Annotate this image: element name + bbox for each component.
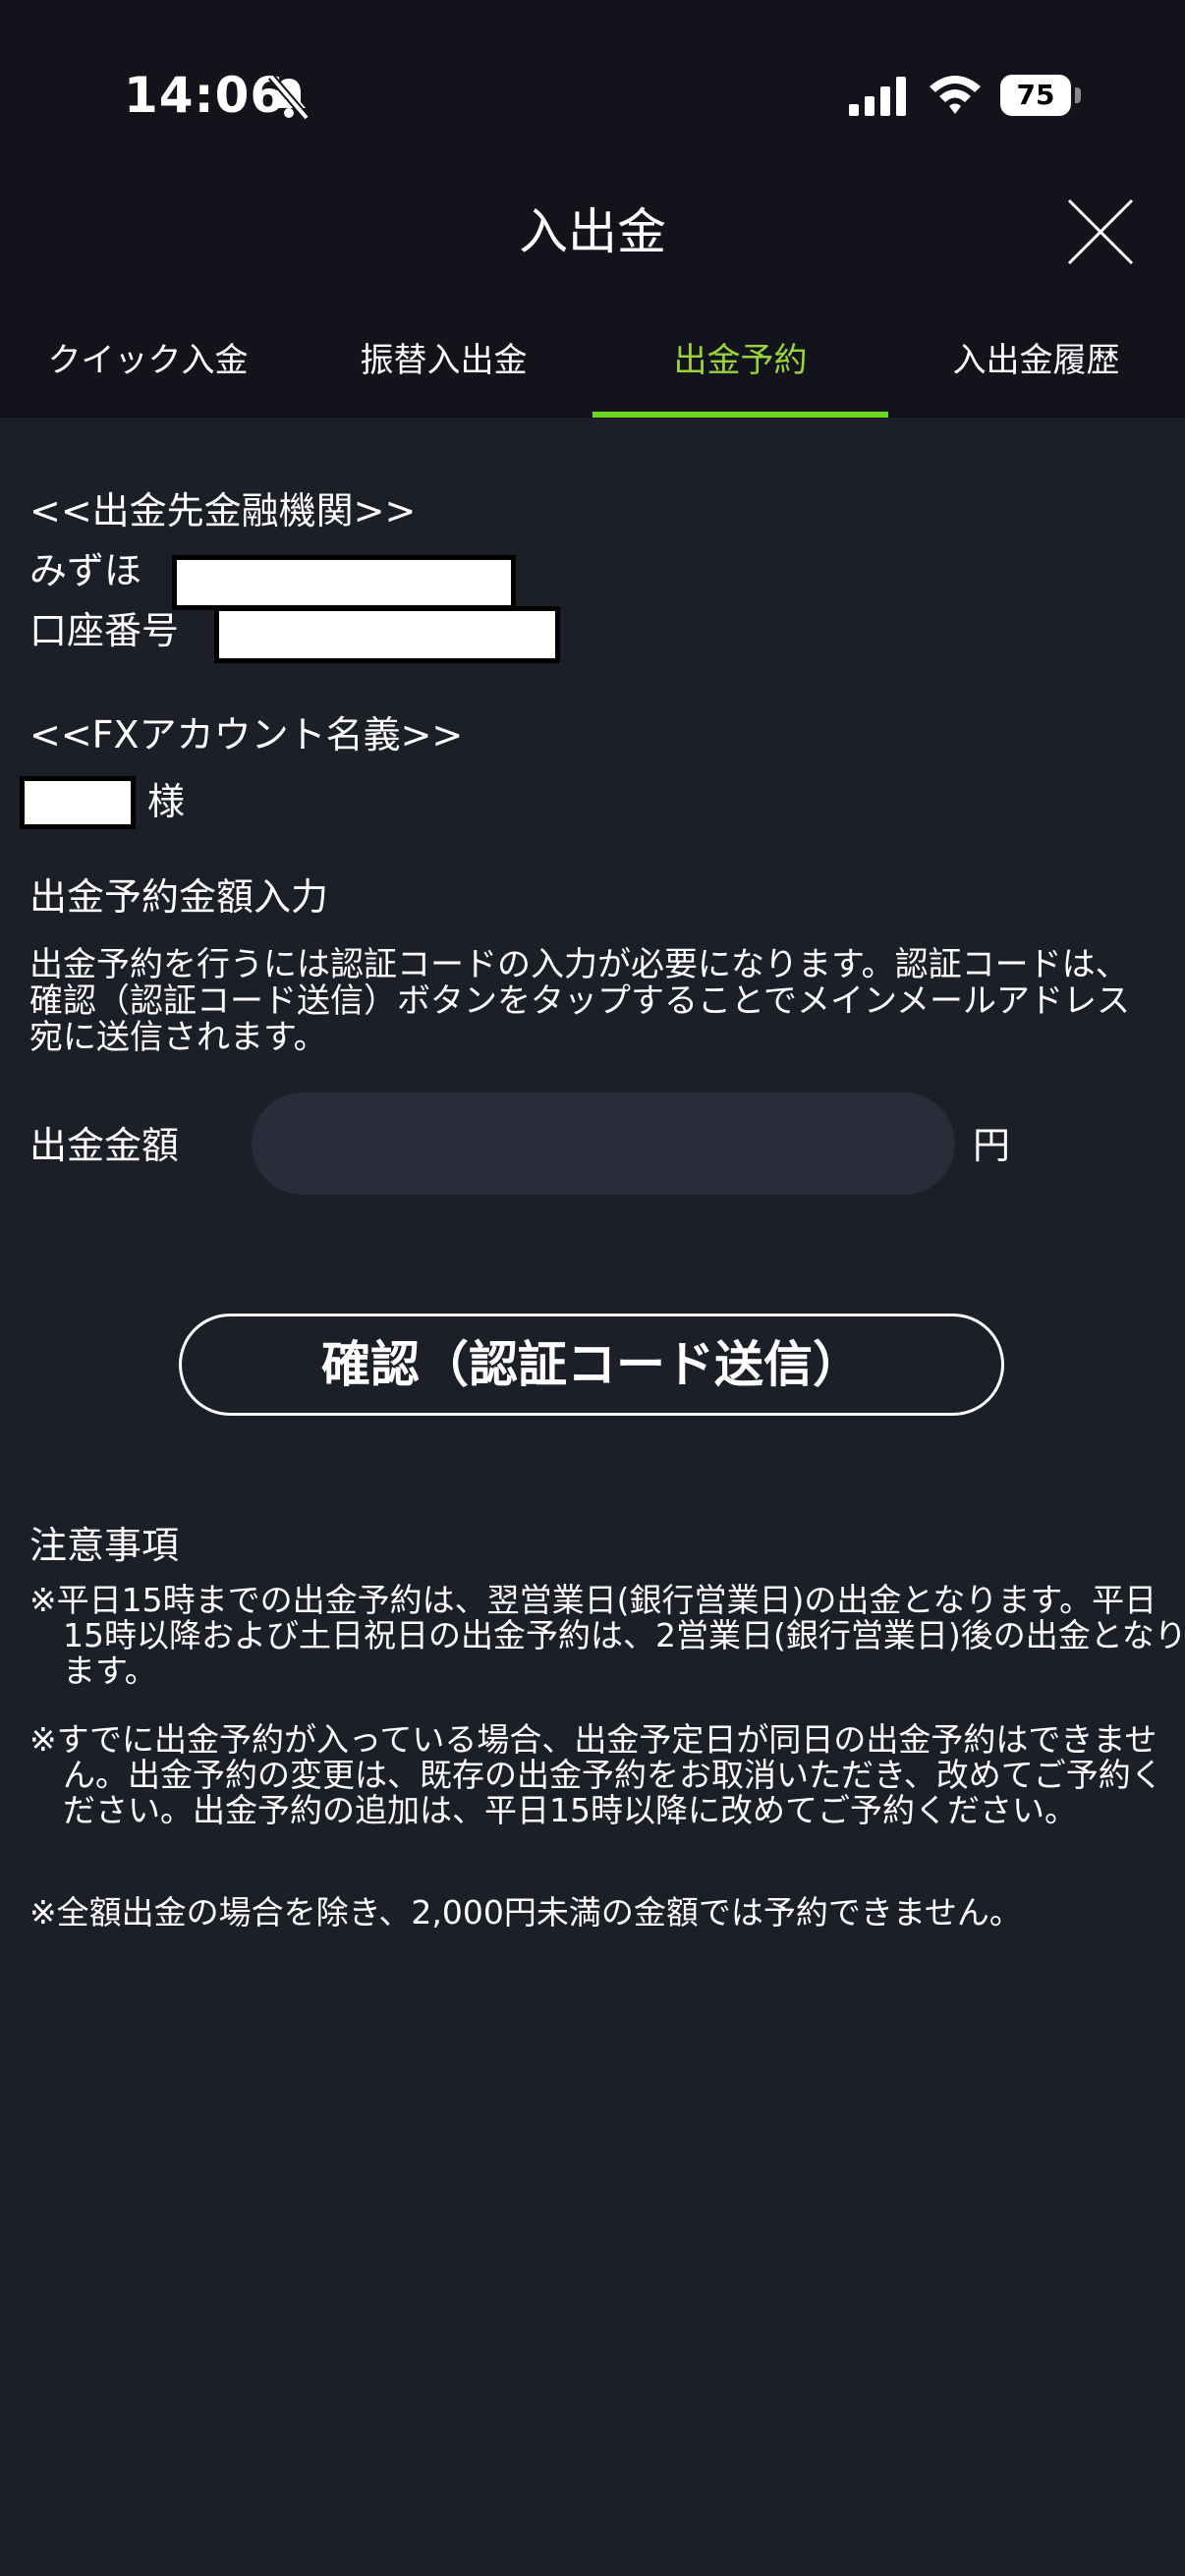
note-item: ※全額出金の場合を除き、2,000円未満の金額では予約できません。: [29, 1893, 1022, 1932]
tab-transfer[interactable]: 振替入出金: [296, 324, 592, 418]
amount-input[interactable]: [252, 1092, 955, 1195]
page-title: 入出金: [519, 203, 666, 260]
tab-bar: クイック入金 振替入出金 出金予約 入出金履歴: [0, 324, 1185, 418]
status-time: 14:06: [124, 67, 286, 124]
tab-history[interactable]: 入出金履歴: [888, 324, 1184, 418]
amount-label: 出金金額: [29, 1124, 180, 1167]
redacted-branch: [172, 555, 516, 610]
amount-description: 出金予約を行うには認証コードの入力が必要になります。認証コードは、確認（認証コー…: [29, 945, 1130, 1057]
confirm-send-code-button[interactable]: 確認（認証コード送信）: [179, 1314, 1004, 1416]
account-number-label: 口座番号: [29, 609, 180, 652]
honorific-suffix: 様: [147, 780, 186, 823]
battery-icon: 75: [1000, 75, 1081, 116]
amount-heading: 出金予約金額入力: [29, 875, 329, 919]
wifi-icon: [930, 76, 981, 114]
bank-name: みずほ: [29, 549, 142, 592]
note-item: ※平日15時までの出金予約は、翌営業日(銀行営業日)の出金となります。平日15時…: [29, 1581, 1185, 1690]
fx-account-heading: <<FXアカウント名義>>: [29, 713, 464, 756]
redacted-account-number: [214, 606, 560, 663]
notes-heading: 注意事項: [29, 1524, 180, 1567]
bell-slash-icon: [267, 74, 310, 120]
bank-heading: <<出金先金融機関>>: [29, 489, 417, 532]
note-item: ※すでに出金予約が入っている場合、出金予定日が同日の出金予約はできません。出金予…: [29, 1720, 1163, 1829]
header-bar: 14:06 75 入出金 クイック入金 振替入出金 出金予約 入出金履歴: [0, 0, 1185, 418]
tab-withdrawal-reservation[interactable]: 出金予約: [592, 324, 888, 418]
yen-unit: 円: [973, 1124, 1011, 1167]
redacted-account-name: [20, 776, 136, 829]
signal-icon: [849, 77, 906, 116]
battery-level: 75: [1016, 79, 1055, 111]
tab-quick-deposit[interactable]: クイック入金: [0, 324, 296, 418]
close-icon[interactable]: [1063, 195, 1138, 269]
